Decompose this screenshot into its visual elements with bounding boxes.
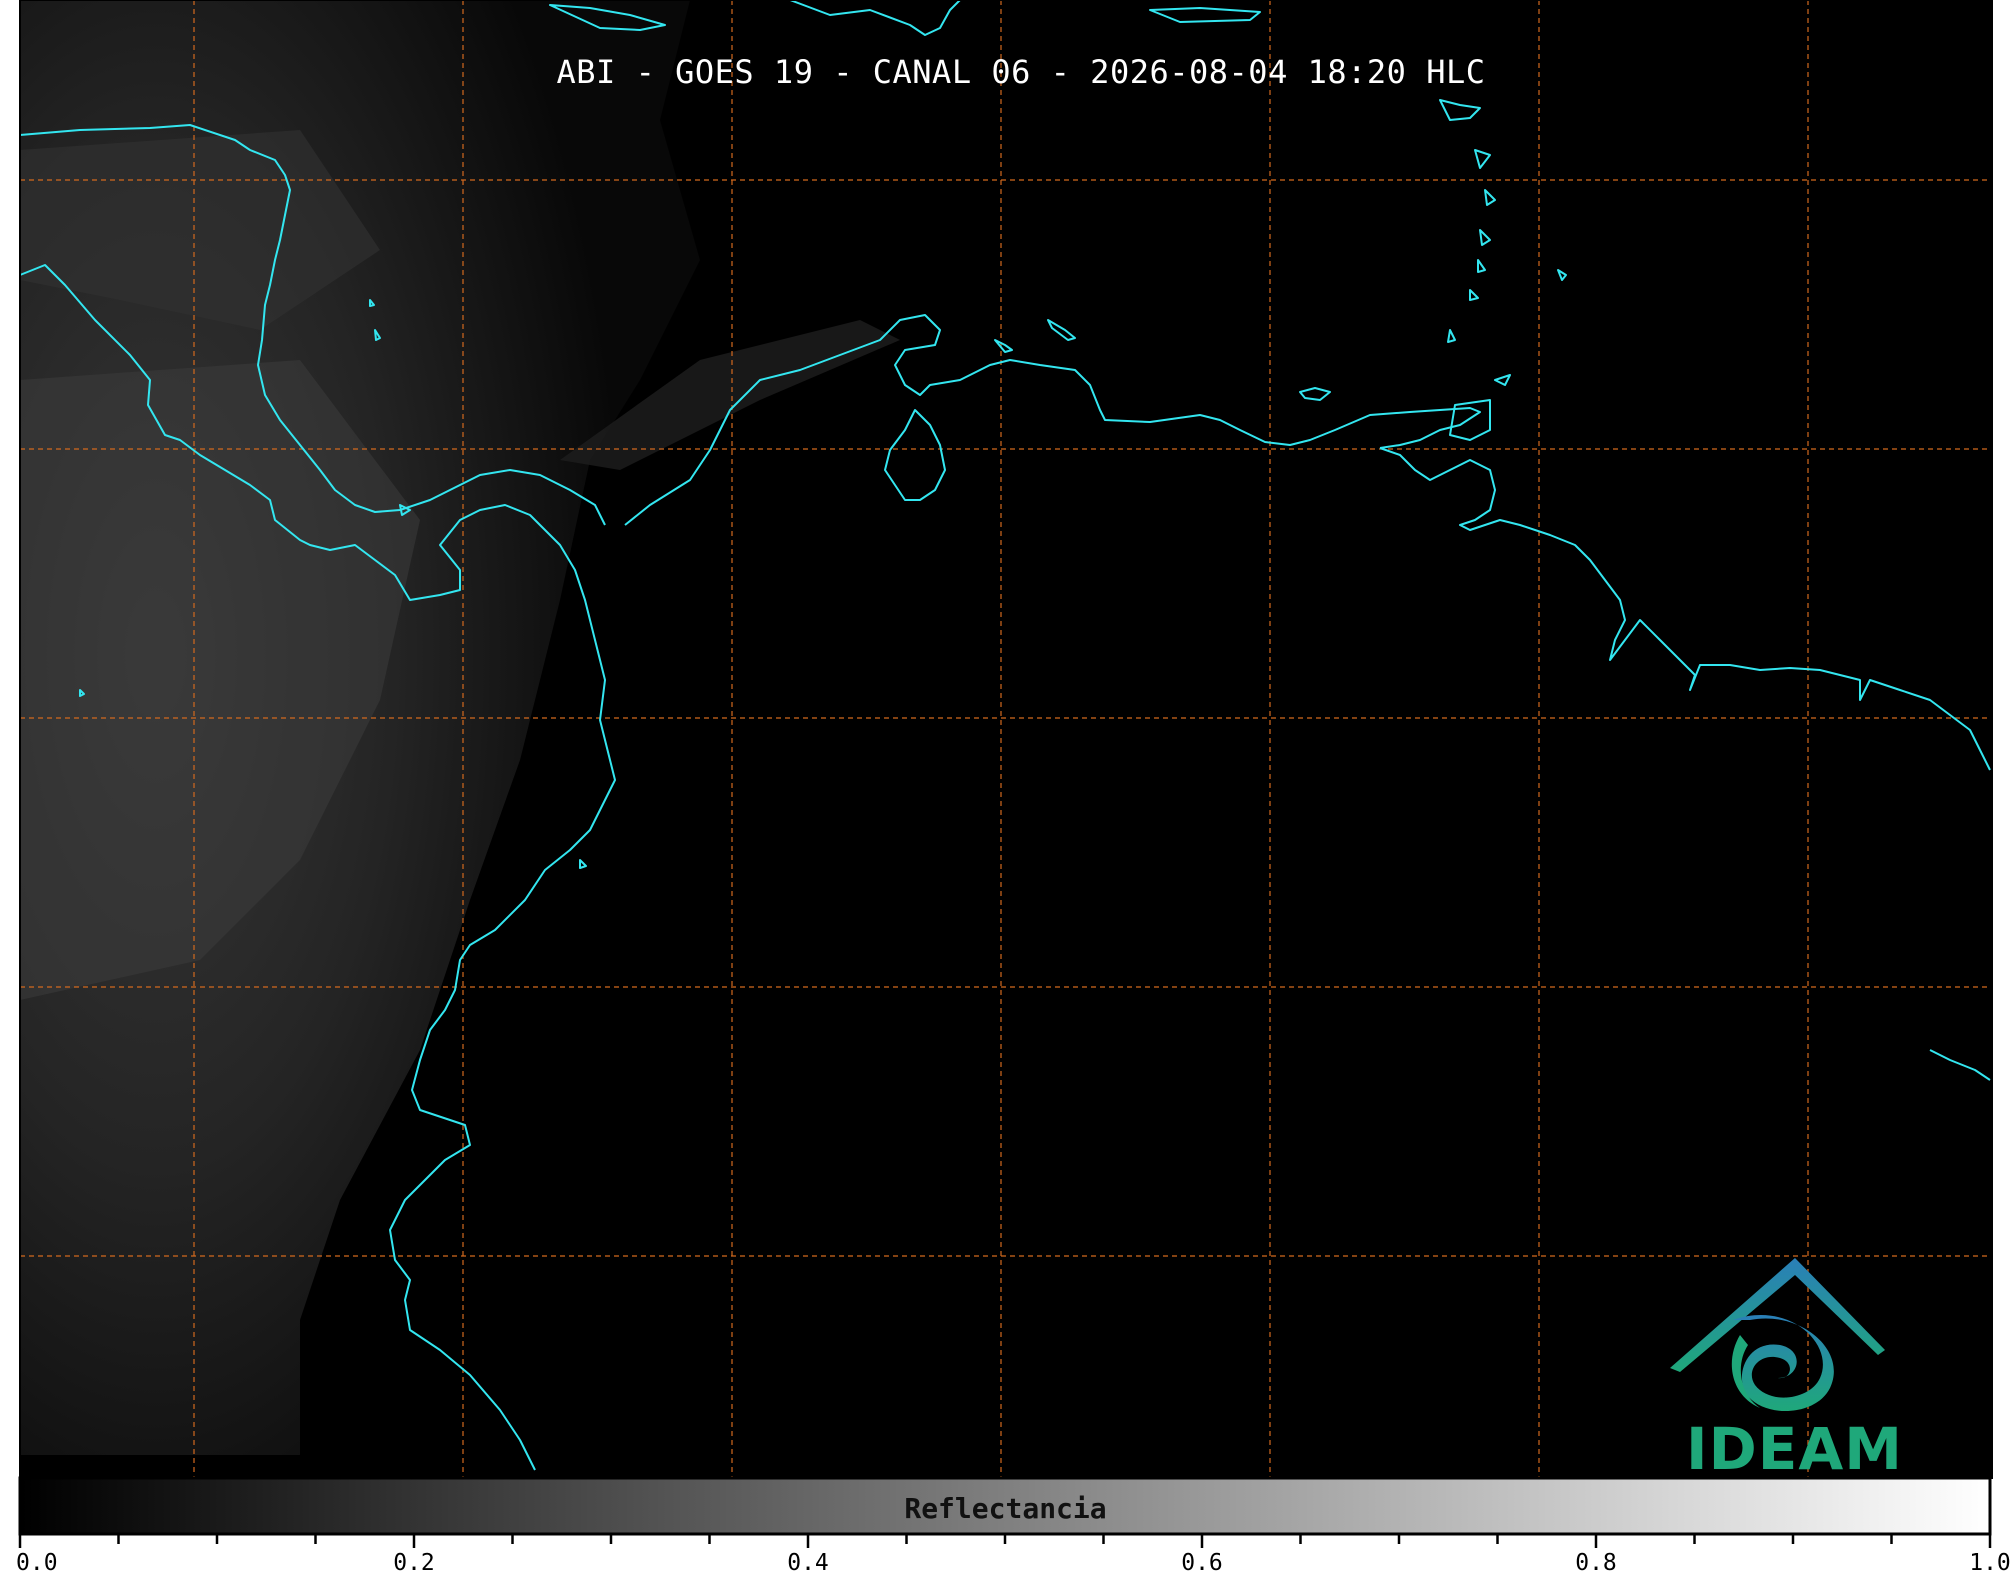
- colorbar-tick-label: 0.6: [1181, 1550, 1223, 1576]
- colorbar-tick-label: 0.2: [393, 1550, 435, 1576]
- page-title: ABI - GOES 19 - CANAL 06 - 2026-08-04 18…: [556, 53, 1486, 91]
- ideam-logo-text: IDEAM: [1686, 1415, 1903, 1483]
- colorbar-tick-label: 1.0: [1969, 1550, 2011, 1576]
- satellite-map: [18, 0, 1993, 1548]
- colorbar-tick-label: 0.8: [1575, 1550, 1617, 1576]
- colorbar-label: Reflectancia: [904, 1492, 1107, 1525]
- colorbar-tick-label: 0.4: [787, 1550, 829, 1576]
- colorbar-tick-label: 0.0: [16, 1550, 58, 1576]
- colorbar-ticks: [18, 1534, 1992, 1548]
